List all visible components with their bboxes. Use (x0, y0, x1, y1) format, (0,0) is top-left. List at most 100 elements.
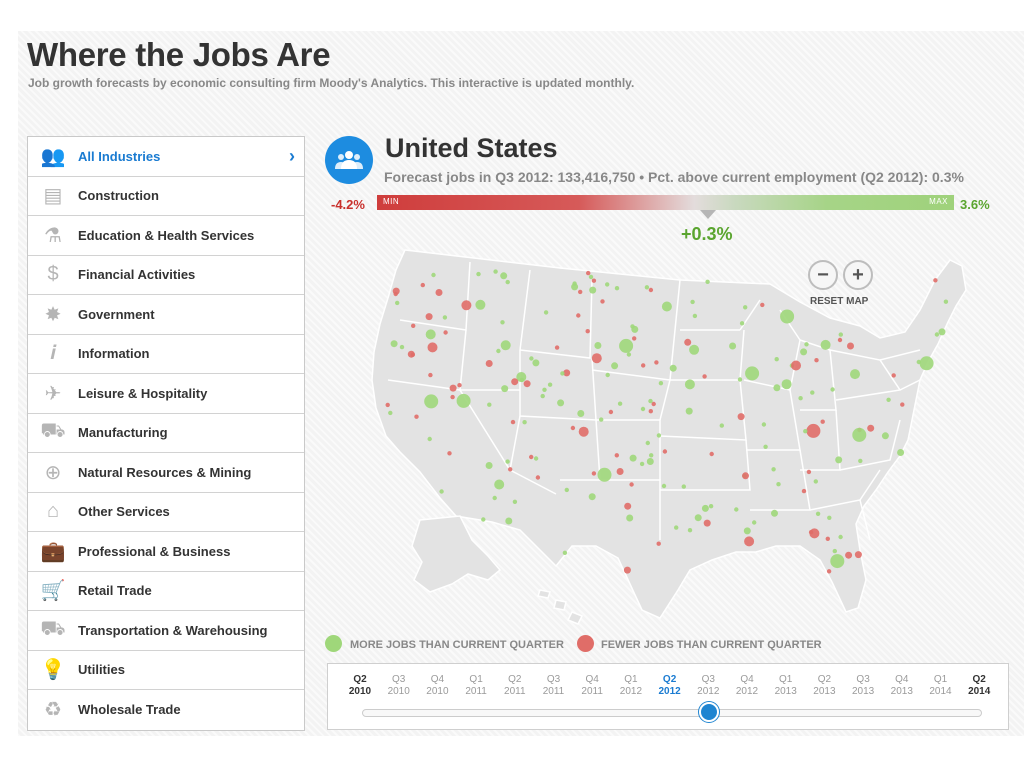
fewer-jobs-dot[interactable] (570, 425, 576, 431)
more-jobs-dot[interactable] (886, 397, 891, 402)
fewer-jobs-dot[interactable] (654, 360, 659, 365)
more-jobs-dot[interactable] (626, 514, 634, 522)
more-jobs-dot[interactable] (694, 514, 702, 522)
fewer-jobs-dot[interactable] (656, 541, 661, 546)
more-jobs-dot[interactable] (500, 320, 505, 325)
sidebar-item[interactable]: ♻ Wholesale Trade (28, 690, 304, 730)
timeline-tick[interactable]: Q3 2010 (379, 674, 419, 698)
more-jobs-dot[interactable] (692, 313, 698, 319)
fewer-jobs-dot[interactable] (623, 566, 631, 574)
more-jobs-dot[interactable] (560, 371, 565, 376)
fewer-jobs-dot[interactable] (641, 363, 646, 368)
sidebar-item[interactable]: 💼 Professional & Business (28, 532, 304, 572)
more-jobs-dot[interactable] (505, 517, 513, 525)
more-jobs-dot[interactable] (427, 436, 432, 442)
fewer-jobs-dot[interactable] (791, 360, 801, 371)
fewer-jobs-dot[interactable] (900, 402, 905, 407)
more-jobs-dot[interactable] (425, 329, 436, 340)
more-jobs-dot[interactable] (815, 511, 821, 516)
timeline-tick[interactable]: Q1 2013 (766, 674, 806, 698)
more-jobs-dot[interactable] (745, 366, 760, 381)
more-jobs-dot[interactable] (705, 279, 710, 284)
sidebar-item[interactable]: $ Financial Activities (28, 255, 304, 295)
more-jobs-dot[interactable] (737, 377, 743, 382)
timeline-tick[interactable]: Q4 2010 (417, 674, 457, 698)
sidebar-item[interactable]: ⛟ Manufacturing (28, 413, 304, 453)
more-jobs-dot[interactable] (588, 274, 594, 280)
more-jobs-dot[interactable] (605, 372, 610, 378)
more-jobs-dot[interactable] (589, 286, 597, 294)
more-jobs-dot[interactable] (487, 402, 492, 407)
timeline-tick[interactable]: Q1 2012 (611, 674, 651, 698)
timeline-tick[interactable]: Q2 2014 (959, 674, 999, 698)
more-jobs-dot[interactable] (476, 271, 481, 277)
more-jobs-dot[interactable] (388, 410, 393, 416)
fewer-jobs-dot[interactable] (425, 313, 433, 321)
more-jobs-dot[interactable] (687, 528, 693, 533)
more-jobs-dot[interactable] (505, 279, 510, 285)
fewer-jobs-dot[interactable] (511, 378, 519, 386)
more-jobs-dot[interactable] (708, 504, 714, 509)
sidebar-item[interactable]: 𝒊 Information (28, 334, 304, 374)
sidebar-item[interactable]: 💡 Utilities (28, 650, 304, 690)
more-jobs-dot[interactable] (661, 301, 672, 312)
more-jobs-dot[interactable] (838, 332, 843, 337)
sidebar-item[interactable]: ✈ Leisure & Hospitality (28, 374, 304, 414)
more-jobs-dot[interactable] (529, 356, 534, 361)
fewer-jobs-dot[interactable] (624, 502, 632, 510)
more-jobs-dot[interactable] (619, 338, 634, 353)
timeline-tick[interactable]: Q3 2013 (843, 674, 883, 698)
more-jobs-dot[interactable] (564, 487, 569, 493)
fewer-jobs-dot[interactable] (428, 372, 433, 378)
more-jobs-dot[interactable] (493, 269, 498, 274)
more-jobs-dot[interactable] (897, 449, 905, 456)
fewer-jobs-dot[interactable] (529, 454, 534, 460)
more-jobs-dot[interactable] (533, 456, 539, 461)
fewer-jobs-dot[interactable] (806, 469, 812, 475)
more-jobs-dot[interactable] (492, 495, 497, 501)
fewer-jobs-dot[interactable] (578, 426, 589, 437)
fewer-jobs-dot[interactable] (461, 300, 472, 311)
fewer-jobs-dot[interactable] (447, 451, 452, 456)
more-jobs-dot[interactable] (739, 321, 745, 326)
more-jobs-dot[interactable] (771, 467, 776, 472)
timeline-track[interactable] (362, 709, 982, 717)
fewer-jobs-dot[interactable] (420, 282, 425, 288)
more-jobs-dot[interactable] (689, 344, 700, 355)
sidebar-item[interactable]: ⌂ Other Services (28, 492, 304, 532)
fewer-jobs-dot[interactable] (576, 313, 581, 318)
more-jobs-dot[interactable] (639, 461, 645, 467)
more-jobs-dot[interactable] (543, 310, 549, 315)
more-jobs-dot[interactable] (813, 479, 818, 484)
more-jobs-dot[interactable] (752, 520, 757, 525)
fewer-jobs-dot[interactable] (578, 289, 583, 295)
more-jobs-dot[interactable] (424, 394, 439, 409)
fewer-jobs-dot[interactable] (867, 424, 875, 432)
more-jobs-dot[interactable] (645, 440, 650, 446)
more-jobs-dot[interactable] (919, 356, 934, 371)
more-jobs-dot[interactable] (803, 429, 808, 434)
more-jobs-dot[interactable] (938, 328, 946, 336)
fewer-jobs-dot[interactable] (845, 551, 853, 559)
more-jobs-dot[interactable] (763, 444, 768, 449)
more-jobs-dot[interactable] (734, 507, 739, 512)
timeline-tick[interactable]: Q4 2012 (727, 674, 767, 698)
fewer-jobs-dot[interactable] (435, 289, 443, 296)
sidebar-item[interactable]: ⚗ Education & Health Services (28, 216, 304, 256)
more-jobs-dot[interactable] (881, 432, 889, 440)
fewer-jobs-dot[interactable] (702, 374, 707, 379)
more-jobs-dot[interactable] (519, 377, 525, 383)
more-jobs-dot[interactable] (701, 504, 709, 512)
more-jobs-dot[interactable] (532, 359, 540, 367)
fewer-jobs-dot[interactable] (591, 278, 597, 283)
more-jobs-dot[interactable] (681, 484, 686, 489)
more-jobs-dot[interactable] (617, 401, 623, 406)
more-jobs-dot[interactable] (599, 417, 604, 422)
fewer-jobs-dot[interactable] (457, 383, 462, 388)
timeline-tick[interactable]: Q2 2011 (495, 674, 535, 698)
fewer-jobs-dot[interactable] (760, 302, 765, 308)
more-jobs-dot[interactable] (838, 534, 843, 540)
more-jobs-dot[interactable] (774, 357, 779, 362)
more-jobs-dot[interactable] (501, 385, 509, 393)
more-jobs-dot[interactable] (626, 352, 632, 357)
